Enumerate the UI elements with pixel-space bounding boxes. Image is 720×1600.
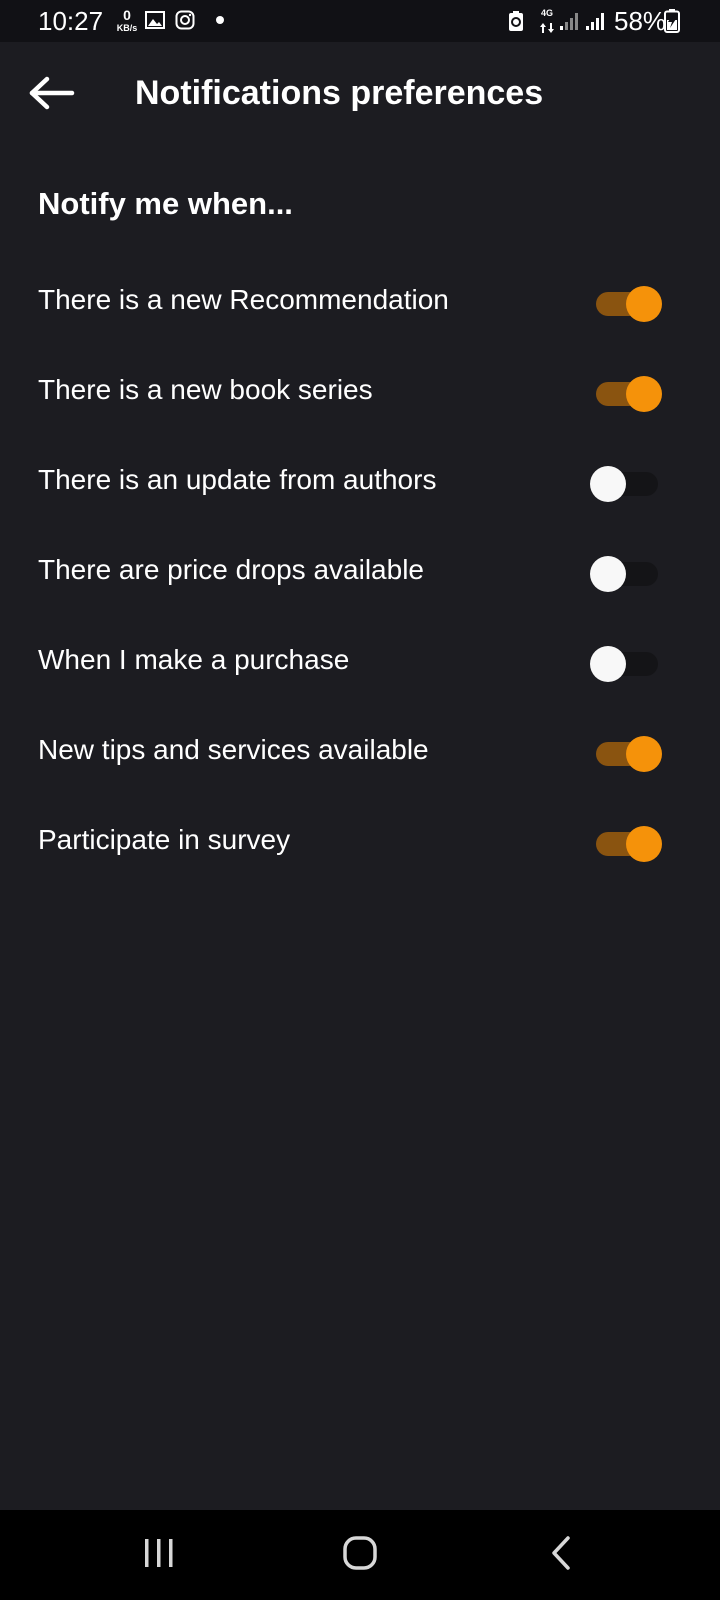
back-nav-icon xyxy=(548,1535,574,1576)
toggle-thumb xyxy=(590,466,626,502)
toggle-thumb xyxy=(626,376,662,412)
toggle-thumb xyxy=(626,736,662,772)
toggle-thumb xyxy=(626,826,662,862)
preference-label: There are price drops available xyxy=(38,554,424,585)
notifications-preferences-screen: 10:27 0 KB/s 4G 58% Notifications prefer… xyxy=(0,0,720,1600)
preference-label: When I make a purchase xyxy=(38,644,350,675)
section-heading: Notify me when... xyxy=(38,186,293,221)
recent-apps-button[interactable] xyxy=(129,1530,189,1580)
gallery-icon xyxy=(145,11,165,34)
back-button[interactable] xyxy=(24,70,80,120)
preference-row-purchase[interactable]: When I make a purchase xyxy=(0,622,720,712)
toggle-switch[interactable] xyxy=(590,554,666,594)
preference-row-new-recommendation[interactable]: There is a new Recommendation xyxy=(0,262,720,352)
battery-saver-icon xyxy=(508,10,524,37)
network-speed-value: 0 xyxy=(123,7,131,23)
notification-dot xyxy=(216,16,224,24)
signal-icon xyxy=(586,12,606,35)
preference-row-price-drops[interactable]: There are price drops available xyxy=(0,532,720,622)
toggle-switch[interactable] xyxy=(590,824,666,864)
preference-row-survey[interactable]: Participate in survey xyxy=(0,802,720,892)
toggle-thumb xyxy=(590,646,626,682)
preference-label: Participate in survey xyxy=(38,824,291,855)
signal-icon xyxy=(560,12,580,35)
preferences-list: There is a new Recommendation There is a… xyxy=(0,262,720,892)
battery-charging-icon xyxy=(664,9,680,38)
preference-label: New tips and services available xyxy=(38,734,429,765)
recent-apps-icon xyxy=(142,1538,176,1573)
toggle-thumb xyxy=(590,556,626,592)
toggle-switch[interactable] xyxy=(590,734,666,774)
instagram-icon xyxy=(175,10,195,35)
network-type: 4G xyxy=(540,8,553,18)
network-speed: 0 KB/s xyxy=(114,8,140,34)
back-nav-button[interactable] xyxy=(531,1530,591,1580)
system-navigation-bar xyxy=(0,1510,720,1600)
toggle-switch[interactable] xyxy=(590,284,666,324)
preference-label: There is an update from authors xyxy=(38,464,437,495)
preference-label: There is a new Recommendation xyxy=(38,284,449,315)
network-speed-unit: KB/s xyxy=(116,23,138,33)
arrow-left-icon xyxy=(28,76,76,115)
toggle-thumb xyxy=(626,286,662,322)
battery-percentage: 58% xyxy=(614,6,667,36)
toggle-switch[interactable] xyxy=(590,644,666,684)
status-bar: 10:27 0 KB/s 4G 58% xyxy=(0,0,720,42)
toggle-switch[interactable] xyxy=(590,374,666,414)
preference-row-new-book-series[interactable]: There is a new book series xyxy=(0,352,720,442)
page-title: Notifications preferences xyxy=(135,74,544,112)
toggle-switch[interactable] xyxy=(590,464,666,504)
home-button[interactable] xyxy=(330,1530,390,1580)
status-time: 10:27 xyxy=(38,6,104,36)
preference-row-author-updates[interactable]: There is an update from authors xyxy=(0,442,720,532)
preference-label: There is a new book series xyxy=(38,374,373,405)
home-icon xyxy=(342,1535,378,1576)
data-arrows-icon xyxy=(540,20,554,38)
preference-row-tips-services[interactable]: New tips and services available xyxy=(0,712,720,802)
